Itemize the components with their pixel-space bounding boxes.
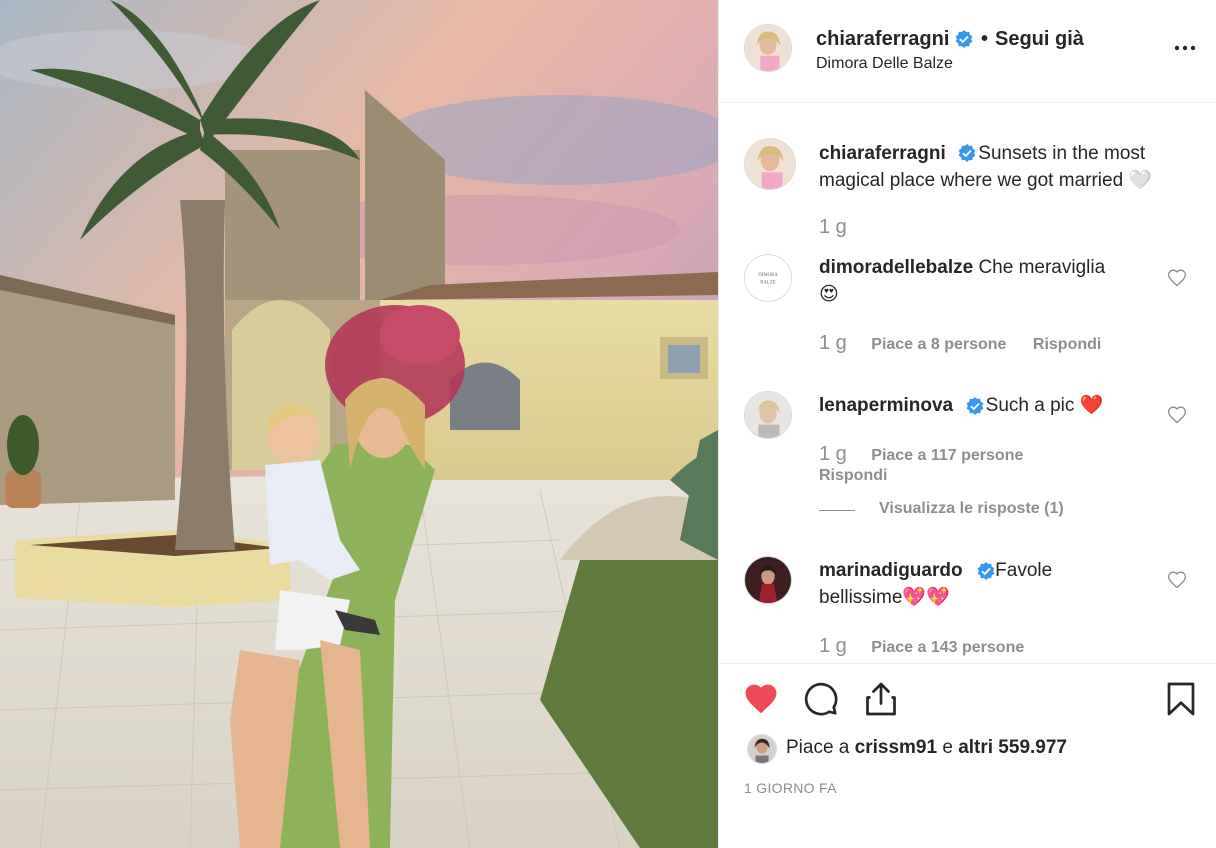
verified-badge-icon bbox=[966, 397, 984, 415]
comment-body-line2: bellissime bbox=[819, 587, 903, 608]
comment-avatar[interactable] bbox=[744, 391, 792, 439]
comment-body: Che meraviglia bbox=[978, 257, 1106, 278]
share-icon[interactable] bbox=[863, 681, 899, 717]
comment-bubble-icon[interactable] bbox=[803, 681, 839, 717]
liker-username[interactable]: crissm91 bbox=[855, 737, 937, 758]
caption-meta: 1 g bbox=[819, 216, 867, 239]
author-avatar[interactable] bbox=[744, 24, 792, 72]
author-username[interactable]: chiaraferragni bbox=[816, 28, 949, 51]
like-comment-heart-icon[interactable] bbox=[1167, 268, 1187, 288]
reply-button[interactable]: Rispondi bbox=[1033, 336, 1101, 353]
caption-line1: Sunsets in the most bbox=[978, 143, 1146, 164]
svg-text:BALZE: BALZE bbox=[760, 281, 775, 286]
post-panel: chiaraferragni • Segui già Dimora Delle … bbox=[718, 0, 1216, 848]
save-bookmark-icon[interactable] bbox=[1163, 681, 1199, 717]
caption-age[interactable]: 1 g bbox=[819, 216, 847, 238]
more-options-icon[interactable] bbox=[1173, 40, 1197, 56]
comment-likes-count[interactable]: Piace a 8 persone bbox=[871, 336, 1006, 353]
comment-likes-count[interactable]: Piace a 143 persone bbox=[871, 639, 1024, 656]
comment-body: Such a pic bbox=[985, 395, 1075, 416]
like-heart-icon[interactable] bbox=[743, 681, 779, 717]
like-comment-heart-icon[interactable] bbox=[1167, 405, 1187, 425]
replies-divider bbox=[819, 510, 855, 511]
comment-age[interactable]: 1 g bbox=[819, 332, 847, 354]
post-actions: Piace a crissm91 e altri 559.977 1 GIORN… bbox=[719, 663, 1216, 848]
comment-meta: 1 g Piace a 143 persone bbox=[819, 635, 1046, 658]
likes-mid: e bbox=[937, 737, 959, 758]
post-photo[interactable] bbox=[0, 0, 718, 848]
like-comment-heart-icon[interactable] bbox=[1167, 570, 1187, 590]
caption-avatar[interactable] bbox=[744, 138, 796, 190]
comment-age[interactable]: 1 g bbox=[819, 443, 847, 465]
verified-badge-icon bbox=[955, 30, 973, 48]
caption-text: chiaraferragni Sunsets in the most magic… bbox=[819, 140, 1152, 194]
comment-emoji: 😍 bbox=[819, 284, 839, 305]
likes-prefix: Piace a bbox=[786, 737, 855, 758]
comments-list[interactable]: chiaraferragni Sunsets in the most magic… bbox=[719, 104, 1216, 662]
post-image bbox=[0, 0, 718, 848]
comment-emoji: 💖💖 bbox=[902, 587, 950, 608]
likes-summary: Piace a crissm91 e altri 559.977 bbox=[786, 737, 1067, 759]
caption-username[interactable]: chiaraferragni bbox=[819, 143, 946, 164]
likes-others-count[interactable]: altri 559.977 bbox=[958, 737, 1067, 758]
post-timestamp[interactable]: 1 GIORNO FA bbox=[744, 780, 837, 796]
comment-avatar[interactable] bbox=[744, 556, 792, 604]
comment-text: dimoradellebalze Che meraviglia 😍 bbox=[819, 254, 1105, 308]
comment-emoji: ❤️ bbox=[1079, 395, 1104, 416]
comment-username[interactable]: dimoradellebalze bbox=[819, 257, 973, 278]
post-header: chiaraferragni • Segui già Dimora Delle … bbox=[719, 0, 1216, 103]
comment-text: lenaperminova Such a pic ❤️ bbox=[819, 392, 1103, 419]
comment-meta: 1 g Piace a 117 persone bbox=[819, 443, 1045, 466]
comment-username[interactable]: lenaperminova bbox=[819, 395, 953, 416]
avatar-logo-text: DIMORA bbox=[758, 273, 778, 278]
liker-avatar[interactable] bbox=[747, 734, 777, 764]
reply-button[interactable]: Rispondi bbox=[819, 467, 887, 484]
comment-text: marinadiguardo Favole bellissime💖💖 bbox=[819, 557, 1052, 611]
follow-separator: • bbox=[981, 28, 989, 50]
comment-username[interactable]: marinadiguardo bbox=[819, 560, 963, 581]
comment-body: Favole bbox=[995, 560, 1053, 581]
view-replies-button[interactable]: Visualizza le risposte (1) bbox=[879, 500, 1064, 517]
verified-badge-icon bbox=[977, 562, 995, 580]
follow-button[interactable]: Segui già bbox=[995, 28, 1084, 51]
comment-meta-row2: Rispondi bbox=[819, 467, 909, 485]
view-replies-row: Visualizza le risposte (1) bbox=[879, 500, 1086, 518]
verified-badge-icon bbox=[958, 144, 976, 162]
comment-avatar[interactable]: DIMORA BALZE bbox=[744, 254, 792, 302]
comment-likes-count[interactable]: Piace a 117 persone bbox=[871, 447, 1023, 464]
comment-age[interactable]: 1 g bbox=[819, 635, 847, 657]
location-link[interactable]: Dimora Delle Balze bbox=[816, 55, 953, 73]
caption-line2: magical place where we got married 🤍 bbox=[819, 170, 1153, 191]
comment-meta: 1 g Piace a 8 persone Rispondi bbox=[819, 332, 1123, 355]
